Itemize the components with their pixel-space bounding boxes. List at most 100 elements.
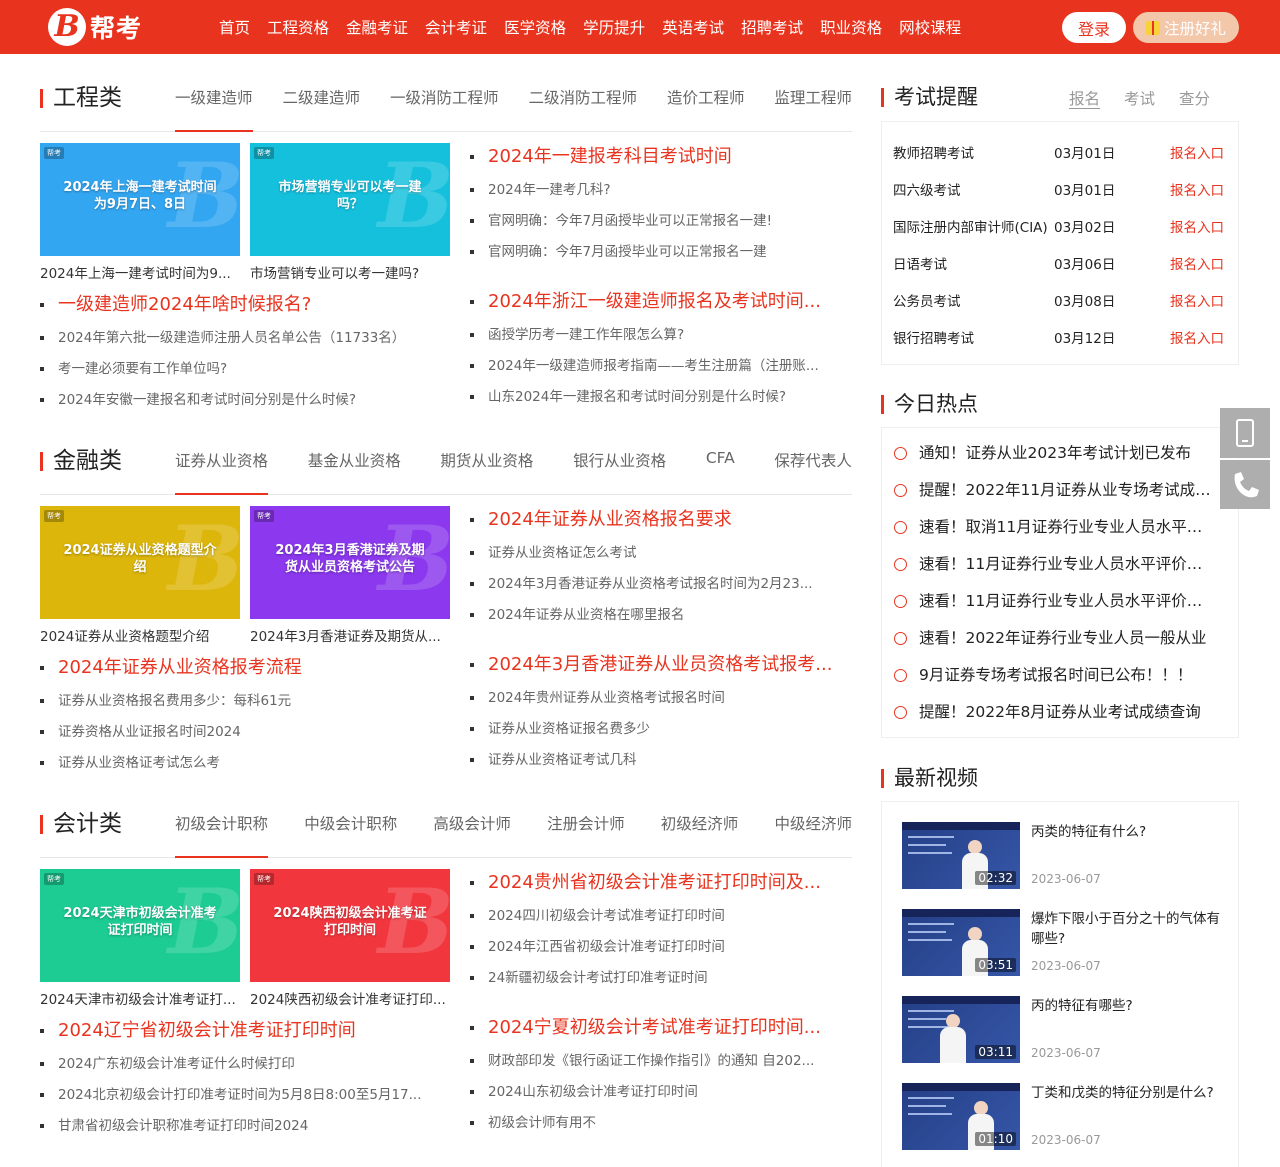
video-item[interactable]: 03:11 丙的特征有哪些? 2023-06-07 (902, 996, 1227, 1066)
hot-item[interactable]: 提醒！2022年8月证券从业考试成绩查询 (894, 701, 1214, 723)
article-link[interactable]: 2024山东初级会计准考证打印时间 (470, 1082, 852, 1102)
article-link[interactable]: 2024年一建考几科? (470, 180, 852, 200)
article-link[interactable]: 证券从业资格证考试几科 (470, 750, 852, 770)
tab[interactable]: 造价工程师 (667, 86, 745, 132)
article-card[interactable]: 帮考 B 市场营销专业可以考一建吗？ 市场营销专业可以考一建吗? (250, 143, 450, 282)
headline-link[interactable]: 2024年证券从业资格报名要求 (470, 507, 852, 533)
article-caption[interactable]: 2024证券从业资格题型介绍 (40, 625, 240, 645)
tab[interactable]: 基金从业资格 (308, 449, 401, 495)
video-item[interactable]: 02:32 丙类的特征有什么? 2023-06-07 (902, 822, 1227, 892)
mobile-contact-button[interactable] (1220, 408, 1270, 458)
tab-register[interactable]: 报名 (1069, 87, 1100, 111)
article-link[interactable]: 证券从业资格证怎么考试 (470, 543, 852, 563)
tab[interactable]: 二级建造师 (282, 86, 360, 132)
article-link[interactable]: 甘肃省初级会计职称准考证打印时间2024 (40, 1116, 450, 1136)
headline-link[interactable]: 2024年浙江一级建造师报名及考试时间... (470, 289, 852, 315)
article-caption[interactable]: 2024年3月香港证券及期货从... (250, 625, 450, 645)
article-link[interactable]: 考一建必须要有工作单位吗? (40, 359, 450, 379)
video-title[interactable]: 爆炸下限小于百分之十的气体有哪些? (1031, 909, 1221, 949)
article-thumbnail[interactable]: 帮考 B 市场营销专业可以考一建吗？ (250, 143, 450, 256)
headline-link[interactable]: 一级建造师2024年啥时候报名? (40, 292, 450, 318)
hot-item[interactable]: 9月证券专场考试报名时间已公布！！！ (894, 664, 1214, 686)
register-entry-link[interactable]: 报名入口 (1170, 142, 1224, 162)
tab[interactable]: CFA (706, 449, 735, 495)
tab[interactable]: 初级会计职称 (175, 812, 269, 858)
register-entry-link[interactable]: 报名入口 (1170, 253, 1224, 273)
article-link[interactable]: 2024四川初级会计考试准考证打印时间 (470, 906, 852, 926)
tab-score[interactable]: 查分 (1179, 87, 1210, 111)
tab-exam[interactable]: 考试 (1124, 87, 1155, 111)
article-card[interactable]: 帮考 B 2024天津市初级会计准考证打印时间 2024天津市初级会计准考证打.… (40, 869, 240, 1008)
video-thumbnail[interactable]: 02:32 (902, 822, 1020, 889)
tab[interactable]: 注册会计师 (547, 812, 625, 858)
article-link[interactable]: 函授学历考一建工作年限怎么算? (470, 325, 852, 345)
video-title[interactable]: 丙类的特征有什么? (1031, 822, 1221, 842)
video-thumbnail[interactable]: 01:10 (902, 1083, 1020, 1150)
article-caption[interactable]: 2024年上海一建考试时间为9... (40, 262, 240, 282)
nav-online-course[interactable]: 网校课程 (899, 16, 961, 38)
tab[interactable]: 中级会计职称 (304, 812, 397, 858)
article-link[interactable]: 2024年江西省初级会计准考证打印时间 (470, 937, 852, 957)
tab[interactable]: 高级会计师 (433, 812, 511, 858)
hot-item[interactable]: 速看！11月证券行业专业人员水平评价测试 (894, 553, 1214, 575)
register-entry-link[interactable]: 报名入口 (1170, 290, 1224, 310)
nav-medical[interactable]: 医学资格 (504, 16, 566, 38)
article-link[interactable]: 2024北京初级会计打印准考证时间为5月8日8:00至5月17... (40, 1085, 450, 1105)
register-entry-link[interactable]: 报名入口 (1170, 327, 1224, 347)
article-link[interactable]: 证券资格从业证报名时间2024 (40, 722, 450, 742)
article-link[interactable]: 官网明确：今年7月函授毕业可以正常报名一建! (470, 211, 852, 231)
tab[interactable]: 证券从业资格 (175, 449, 269, 495)
headline-link[interactable]: 2024年一建报考科目考试时间 (470, 144, 852, 170)
article-link[interactable]: 山东2024年一建报名和考试时间分别是什么时候? (470, 387, 852, 407)
article-thumbnail[interactable]: 帮考 B 2024年上海一建考试时间为9月7日、8日 (40, 143, 240, 256)
nav-degree[interactable]: 学历提升 (583, 16, 645, 38)
tab[interactable]: 初级经济师 (661, 812, 739, 858)
article-thumbnail[interactable]: 帮考 B 2024天津市初级会计准考证打印时间 (40, 869, 240, 982)
video-title[interactable]: 丙的特征有哪些? (1031, 996, 1221, 1016)
login-button[interactable]: 登录 (1062, 12, 1126, 43)
article-card[interactable]: 帮考 B 2024年上海一建考试时间为9月7日、8日 2024年上海一建考试时间… (40, 143, 240, 282)
article-card[interactable]: 帮考 B 2024陕西初级会计准考证打印时间 2024陕西初级会计准考证打印..… (250, 869, 450, 1008)
article-link[interactable]: 2024年3月香港证券从业资格考试报名时间为2月23... (470, 574, 852, 594)
article-thumbnail[interactable]: 帮考 B 2024陕西初级会计准考证打印时间 (250, 869, 450, 982)
headline-link[interactable]: 2024年3月香港证券从业员资格考试报考... (470, 652, 852, 678)
article-link[interactable]: 证券从业资格证考试怎么考 (40, 753, 450, 773)
article-link[interactable]: 财政部印发《银行函证工作操作指引》的通知 自202... (470, 1051, 852, 1071)
tab[interactable]: 监理工程师 (774, 86, 852, 132)
article-caption[interactable]: 市场营销专业可以考一建吗? (250, 262, 450, 282)
article-link[interactable]: 24新疆初级会计考试打印准考证时间 (470, 968, 852, 988)
nav-accounting[interactable]: 会计考证 (425, 16, 487, 38)
hot-item[interactable]: 速看！11月证券行业专业人员水平评价测试 (894, 590, 1214, 612)
article-link[interactable]: 2024年安徽一建报名和考试时间分别是什么时候? (40, 390, 450, 410)
headline-link[interactable]: 2024贵州省初级会计准考证打印时间及... (470, 870, 852, 896)
article-thumbnail[interactable]: 帮考 B 2024年3月香港证券及期货从业员资格考试公告 (250, 506, 450, 619)
video-item[interactable]: 01:10 丁类和戊类的特征分别是什么? 2023-06-07 (902, 1083, 1227, 1153)
site-logo[interactable]: B 帮考 (48, 8, 142, 46)
nav-home[interactable]: 首页 (219, 16, 250, 38)
hot-item[interactable]: 提醒！2022年11月证券从业专场考试成绩查询 (894, 479, 1214, 501)
video-item[interactable]: 03:51 爆炸下限小于百分之十的气体有哪些? 2023-06-07 (902, 909, 1227, 979)
tab[interactable]: 一级消防工程师 (390, 86, 499, 132)
tab[interactable]: 保荐代表人 (774, 449, 852, 495)
video-thumbnail[interactable]: 03:11 (902, 996, 1020, 1063)
tab[interactable]: 期货从业资格 (440, 449, 533, 495)
article-card[interactable]: 帮考 B 2024年3月香港证券及期货从业员资格考试公告 2024年3月香港证券… (250, 506, 450, 645)
nav-vocational[interactable]: 职业资格 (820, 16, 882, 38)
article-link[interactable]: 官网明确：今年7月函授毕业可以正常报名一建 (470, 242, 852, 262)
article-link[interactable]: 2024年证券从业资格在哪里报名 (470, 605, 852, 625)
headline-link[interactable]: 2024年证券从业资格报考流程 (40, 655, 450, 681)
article-card[interactable]: 帮考 B 2024证券从业资格题型介绍 2024证券从业资格题型介绍 (40, 506, 240, 645)
nav-recruit[interactable]: 招聘考试 (741, 16, 803, 38)
tab[interactable]: 一级建造师 (175, 86, 253, 132)
article-caption[interactable]: 2024陕西初级会计准考证打印... (250, 988, 450, 1008)
article-link[interactable]: 2024年第六批一级建造师注册人员名单公告（11733名） (40, 328, 450, 348)
call-contact-button[interactable] (1220, 459, 1270, 509)
hot-item[interactable]: 速看！取消11月证券行业专业人员水平评价测试 (894, 516, 1214, 538)
article-caption[interactable]: 2024天津市初级会计准考证打... (40, 988, 240, 1008)
register-entry-link[interactable]: 报名入口 (1170, 179, 1224, 199)
tab[interactable]: 中级经济师 (774, 812, 852, 858)
article-link[interactable]: 2024广东初级会计准考证什么时候打印 (40, 1054, 450, 1074)
tab[interactable]: 二级消防工程师 (528, 86, 637, 132)
video-thumbnail[interactable]: 03:51 (902, 909, 1020, 976)
headline-link[interactable]: 2024辽宁省初级会计准考证打印时间 (40, 1018, 450, 1044)
